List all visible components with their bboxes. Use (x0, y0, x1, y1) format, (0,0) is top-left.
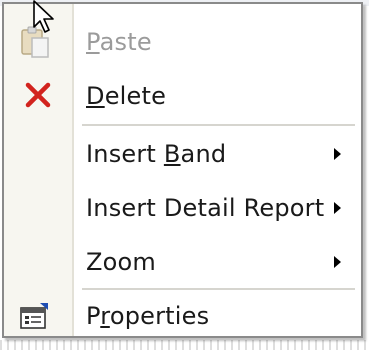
submenu-arrow-icon (334, 202, 341, 214)
submenu-arrow-icon (334, 256, 341, 268)
submenu-arrow-icon (334, 148, 341, 160)
context-menu: Paste Delete Insert Band Insert Detail R… (2, 2, 363, 338)
menu-item-label: Paste (86, 28, 152, 56)
mouse-pointer-icon (32, 0, 58, 40)
menu-separator (82, 124, 355, 126)
menu-item-insert-detail-report[interactable]: Insert Detail Report (4, 182, 361, 234)
background-dots (0, 340, 369, 350)
menu-item-zoom[interactable]: Zoom (4, 236, 361, 288)
properties-icon (18, 300, 52, 336)
delete-x-icon (24, 81, 52, 113)
menu-item-label: Insert Band (86, 140, 227, 168)
menu-item-properties[interactable]: Properties (4, 290, 361, 336)
menu-item-delete[interactable]: Delete (4, 70, 361, 122)
menu-item-label: Properties (86, 302, 210, 330)
menu-item-insert-band[interactable]: Insert Band (4, 128, 361, 180)
menu-item-label: Delete (86, 82, 167, 110)
menu-item-label: Zoom (86, 248, 156, 276)
menu-item-label: Insert Detail Report (86, 194, 325, 222)
